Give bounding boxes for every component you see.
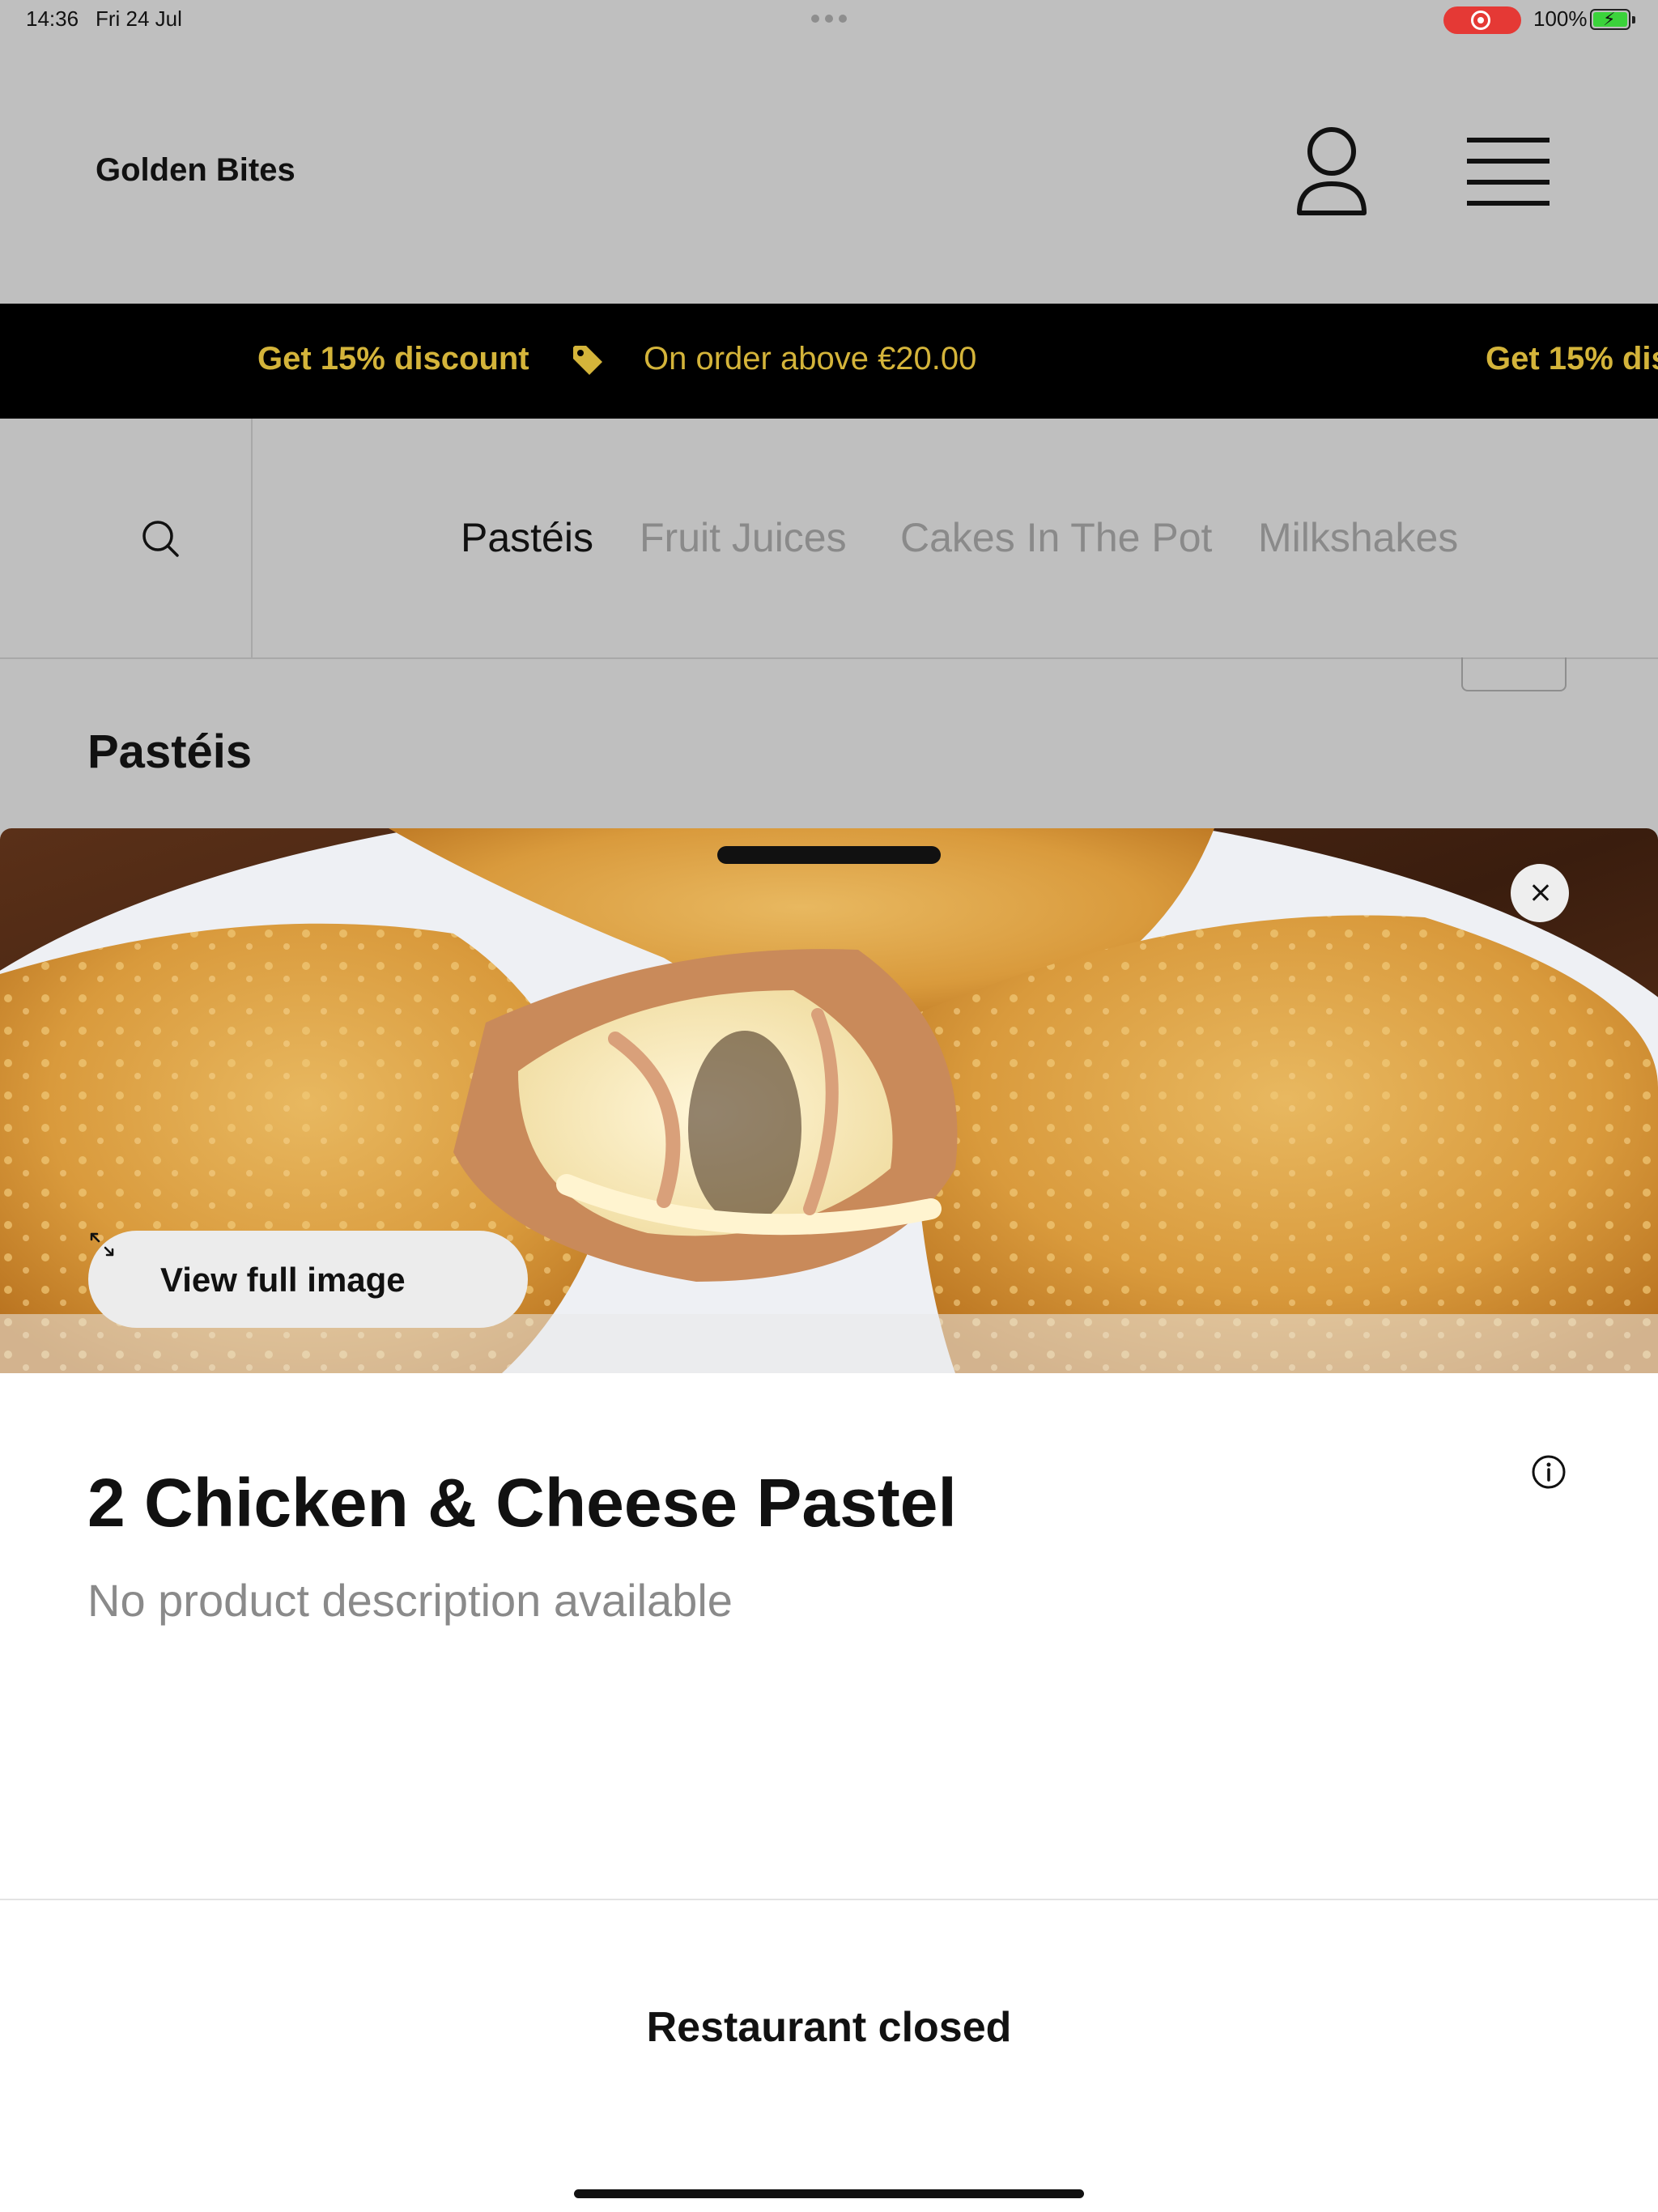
promo-headline: Get 15% discount bbox=[257, 341, 529, 376]
home-indicator[interactable] bbox=[574, 2189, 1084, 2198]
battery-percentage: 100% bbox=[1533, 6, 1588, 31]
search-button[interactable] bbox=[0, 419, 253, 657]
hamburger-menu-icon[interactable] bbox=[1467, 138, 1550, 206]
close-icon[interactable] bbox=[1511, 864, 1569, 922]
status-bar: 14:36 Fri 24 Jul 100% ⚡ bbox=[0, 0, 1658, 39]
tab-fruit-juices[interactable]: Fruit Juices bbox=[640, 514, 847, 561]
promo-banner: Get 15% discount On order above €20.00 G… bbox=[0, 304, 1658, 419]
view-full-image-button[interactable]: View full image bbox=[88, 1231, 528, 1328]
tag-icon bbox=[573, 346, 602, 375]
tab-pasteis[interactable]: Pastéis bbox=[461, 514, 593, 561]
product-image[interactable]: View full image bbox=[0, 828, 1658, 1373]
brand-name[interactable]: Golden Bites bbox=[96, 152, 295, 189]
filter-button[interactable] bbox=[1461, 657, 1567, 691]
status-time: 14:36 bbox=[26, 6, 79, 31]
search-icon bbox=[142, 521, 179, 557]
info-icon[interactable] bbox=[1531, 1454, 1567, 1490]
product-title: 2 Chicken & Cheese Pastel bbox=[87, 1465, 957, 1541]
view-full-image-label: View full image bbox=[160, 1261, 406, 1299]
promo-headline-repeat: Get 15% discount bbox=[1486, 341, 1658, 376]
expand-icon bbox=[90, 1232, 114, 1257]
multitasking-dots-icon[interactable] bbox=[811, 15, 847, 23]
battery-charging-icon: ⚡ bbox=[1590, 9, 1635, 30]
product-modal: View full image 2 Chicken & Cheese Paste… bbox=[0, 828, 1658, 2212]
profile-icon[interactable] bbox=[1295, 125, 1368, 219]
tab-milkshakes[interactable]: Milkshakes bbox=[1258, 514, 1458, 561]
section-heading: Pastéis bbox=[87, 725, 253, 778]
category-nav: Pastéis Fruit Juices Cakes In The Pot Mi… bbox=[0, 419, 1658, 659]
footer-divider bbox=[0, 1899, 1658, 1900]
product-description: No product description available bbox=[87, 1575, 733, 1626]
screen-recording-icon[interactable] bbox=[1443, 6, 1521, 34]
tab-cakes-in-the-pot[interactable]: Cakes In The Pot bbox=[900, 514, 1212, 561]
promo-detail: On order above €20.00 bbox=[644, 341, 977, 376]
sheet-grabber[interactable] bbox=[717, 846, 941, 864]
status-date: Fri 24 Jul bbox=[96, 6, 182, 31]
restaurant-closed-status: Restaurant closed bbox=[646, 2004, 1012, 2051]
